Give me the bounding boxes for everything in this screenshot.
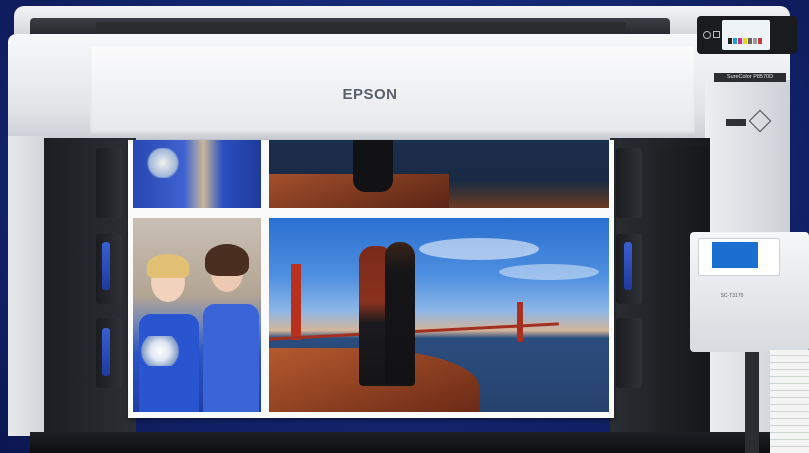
roll-holder-upper bbox=[96, 148, 122, 218]
roll-spindle-blue bbox=[102, 328, 110, 376]
second-printer-model-label: SC-T3170 bbox=[720, 293, 744, 299]
second-printer-leg bbox=[745, 352, 759, 453]
cloud bbox=[499, 264, 599, 280]
model-label: SureColor P8570D bbox=[714, 73, 786, 82]
cloud bbox=[419, 238, 539, 260]
certification-badge bbox=[726, 119, 746, 126]
power-button-icon bbox=[703, 31, 711, 39]
printer-stand bbox=[30, 432, 790, 453]
child-hair bbox=[147, 254, 189, 278]
second-printer-output-map bbox=[770, 350, 809, 453]
bridge-tower bbox=[291, 264, 301, 340]
printed-photo-sheet bbox=[128, 140, 614, 418]
photo-children bbox=[133, 218, 261, 412]
child-hair bbox=[205, 244, 249, 276]
control-panel-screen bbox=[722, 20, 770, 50]
home-button-icon bbox=[713, 31, 720, 38]
photo-golden-gate-couple bbox=[269, 218, 609, 412]
photo-children-top bbox=[133, 140, 261, 208]
second-printer-screen bbox=[712, 242, 758, 268]
roll-spindle-blue bbox=[102, 242, 110, 290]
blue-dress bbox=[203, 304, 259, 412]
epson-logo: EPSON bbox=[342, 86, 398, 103]
photo-couple-top bbox=[269, 140, 609, 208]
roll-holder-upper bbox=[616, 148, 642, 218]
flower-bouquet bbox=[141, 336, 179, 366]
bridge-tower bbox=[517, 302, 523, 342]
couple-silhouette bbox=[385, 242, 415, 386]
scene: EPSON SureColor P8570D SC-T3170 bbox=[0, 0, 809, 453]
printer-left-side bbox=[8, 136, 48, 436]
printer-left-paper-bay bbox=[44, 138, 136, 438]
roll-holder-lower bbox=[616, 318, 642, 388]
roll-spindle-blue bbox=[624, 242, 632, 290]
